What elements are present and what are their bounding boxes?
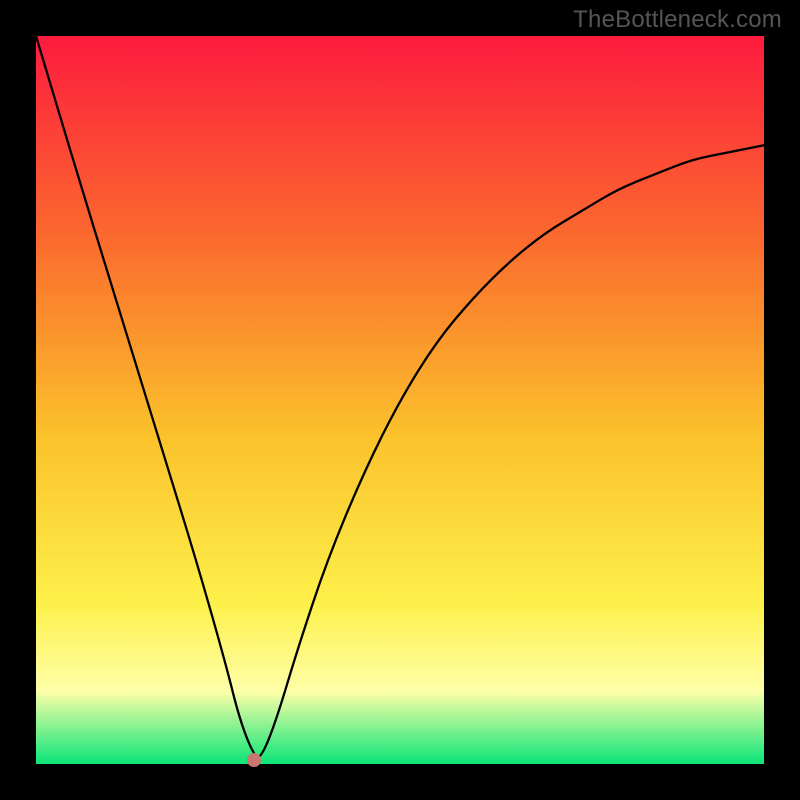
watermark-text: TheBottleneck.com [573,6,782,34]
chart-frame: TheBottleneck.com [0,0,800,800]
optimal-point-marker [247,753,261,767]
bottleneck-curve [36,36,764,764]
plot-area [36,36,764,764]
